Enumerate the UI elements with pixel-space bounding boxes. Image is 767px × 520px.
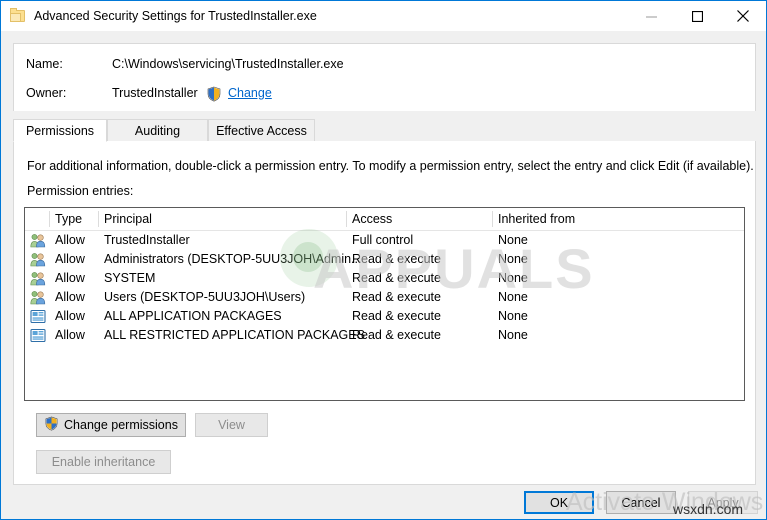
file-info-panel: Name: C:\Windows\servicing\TrustedInstal… [13, 43, 756, 111]
cell-principal: SYSTEM [104, 269, 155, 288]
name-label: Name: [26, 57, 63, 71]
tab-auditing[interactable]: Auditing [107, 119, 208, 142]
change-owner-link[interactable]: Change [228, 86, 272, 100]
cancel-button[interactable]: Cancel [606, 491, 676, 514]
enable-inheritance-button: Enable inheritance [36, 450, 171, 474]
cell-inherited-from: None [498, 269, 528, 288]
users-group-icon [30, 233, 46, 248]
cell-inherited-from: None [498, 288, 528, 307]
table-row[interactable]: Allow ALL APPLICATION PACKAGES Read & ex… [25, 307, 744, 326]
cell-type: Allow [55, 250, 85, 269]
title-bar: Advanced Security Settings for TrustedIn… [1, 1, 766, 31]
cell-access: Read & execute [352, 250, 441, 269]
table-row[interactable]: Allow Administrators (DESKTOP-5UU3JOH\Ad… [25, 250, 744, 269]
tab-permissions[interactable]: Permissions [13, 119, 107, 142]
cell-principal: Users (DESKTOP-5UU3JOH\Users) [104, 288, 305, 307]
permissions-tab-panel: For additional information, double-click… [13, 141, 756, 485]
cell-inherited-from: None [498, 250, 528, 269]
app-package-icon [30, 328, 46, 343]
cell-access: Read & execute [352, 307, 441, 326]
column-header-access[interactable]: Access [352, 208, 392, 230]
owner-value: TrustedInstaller [112, 86, 198, 100]
instructions-text: For additional information, double-click… [27, 159, 754, 173]
tab-strip: Permissions Auditing Effective Access [13, 119, 756, 142]
table-row[interactable]: Allow SYSTEM Read & execute None [25, 269, 744, 288]
change-permissions-button[interactable]: Change permissions [36, 413, 186, 437]
uac-shield-icon [44, 416, 59, 434]
name-value: C:\Windows\servicing\TrustedInstaller.ex… [112, 57, 344, 71]
users-group-icon [30, 252, 46, 267]
cell-type: Allow [55, 307, 85, 326]
apply-button: Apply [688, 491, 758, 514]
view-button: View [195, 413, 268, 437]
column-header-inherited-from[interactable]: Inherited from [498, 208, 575, 230]
cell-type: Allow [55, 288, 85, 307]
minimize-icon[interactable] [628, 1, 674, 31]
window-title: Advanced Security Settings for TrustedIn… [34, 9, 317, 23]
cell-principal: TrustedInstaller [104, 231, 190, 250]
cell-type: Allow [55, 326, 85, 345]
advanced-security-settings-dialog: Advanced Security Settings for TrustedIn… [0, 0, 767, 520]
cell-inherited-from: None [498, 231, 528, 250]
close-icon[interactable] [720, 1, 766, 31]
permission-entries-label: Permission entries: [27, 184, 133, 198]
ok-button[interactable]: OK [524, 491, 594, 514]
enable-inheritance-label: Enable inheritance [52, 455, 156, 469]
cell-type: Allow [55, 231, 85, 250]
cell-principal: ALL RESTRICTED APPLICATION PACKAGES [104, 326, 365, 345]
window-controls [628, 1, 766, 31]
cell-access: Full control [352, 231, 413, 250]
view-label: View [218, 418, 245, 432]
list-header-row: Type Principal Access Inherited from [25, 208, 744, 231]
owner-label: Owner: [26, 86, 66, 100]
cell-access: Read & execute [352, 288, 441, 307]
tab-effective-access[interactable]: Effective Access [208, 119, 315, 142]
cell-type: Allow [55, 269, 85, 288]
uac-shield-icon [206, 86, 222, 102]
column-header-type[interactable]: Type [55, 208, 82, 230]
cell-access: Read & execute [352, 269, 441, 288]
table-row[interactable]: Allow TrustedInstaller Full control None [25, 231, 744, 250]
maximize-icon[interactable] [674, 1, 720, 31]
cell-inherited-from: None [498, 326, 528, 345]
cell-principal: Administrators (DESKTOP-5UU3JOH\Admin... [104, 250, 361, 269]
change-permissions-label: Change permissions [64, 418, 178, 432]
users-group-icon [30, 271, 46, 286]
users-group-icon [30, 290, 46, 305]
cell-inherited-from: None [498, 307, 528, 326]
cell-principal: ALL APPLICATION PACKAGES [104, 307, 282, 326]
permission-entries-list[interactable]: Type Principal Access Inherited from APP… [24, 207, 745, 401]
table-row[interactable]: Allow Users (DESKTOP-5UU3JOH\Users) Read… [25, 288, 744, 307]
column-header-principal[interactable]: Principal [104, 208, 152, 230]
app-package-icon [30, 309, 46, 324]
folder-icon [10, 8, 26, 24]
table-row[interactable]: Allow ALL RESTRICTED APPLICATION PACKAGE… [25, 326, 744, 345]
cell-access: Read & execute [352, 326, 441, 345]
